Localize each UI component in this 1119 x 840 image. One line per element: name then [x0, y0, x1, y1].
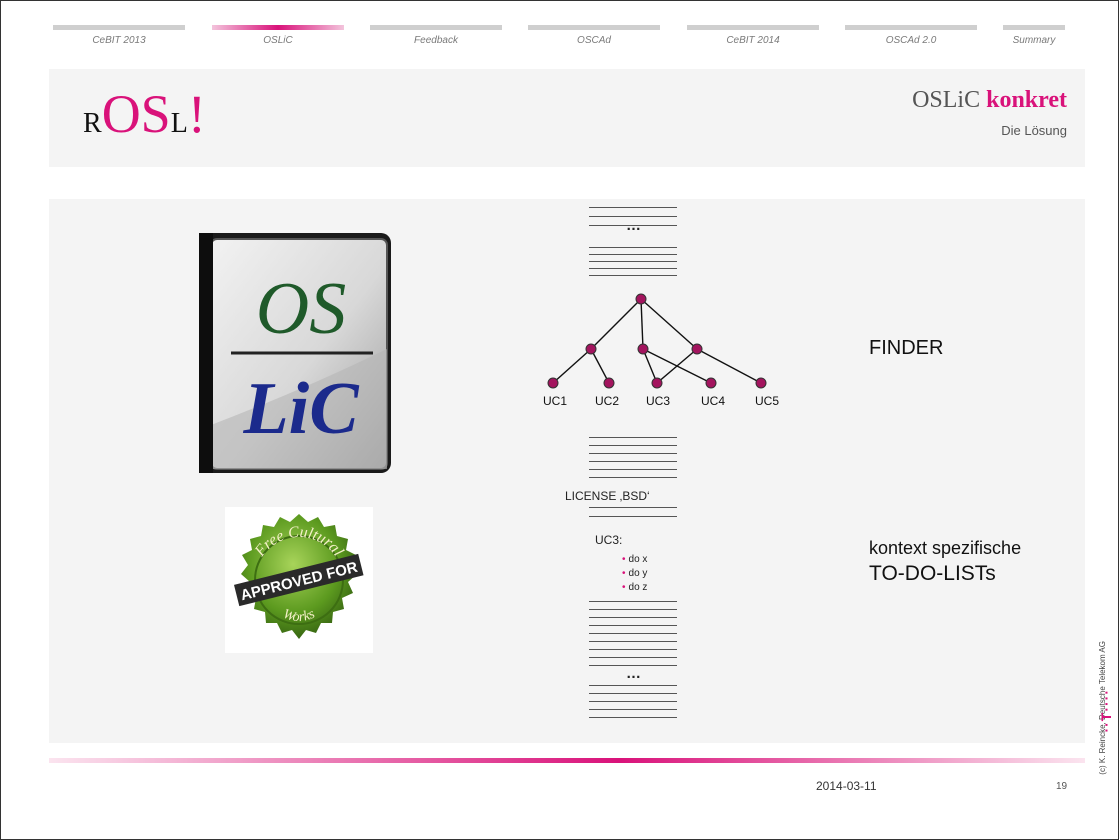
nav-label: OSCAd	[577, 35, 611, 46]
nav-label: CeBIT 2013	[92, 35, 146, 46]
footer-gradient-line	[49, 758, 1085, 763]
nav-label: OSLiC	[263, 35, 293, 46]
slide-frame: CeBIT 2013 OSLiC Feedback OSCAd CeBIT 20…	[0, 0, 1119, 840]
todo-item: do z	[622, 581, 648, 595]
nav-bar	[53, 25, 185, 30]
top-ellipsis: …	[626, 217, 642, 234]
todo-item: do y	[622, 567, 648, 581]
middle-text-lines	[589, 437, 677, 487]
nav-bar	[687, 25, 819, 30]
nav-label: CeBIT 2014	[726, 35, 780, 46]
slide-title: OSLiC konkret	[912, 87, 1067, 113]
nav-item-cebit-2013[interactable]: CeBIT 2013	[53, 25, 185, 55]
rosl-logo: ROSL!	[83, 84, 206, 144]
leaf-label: UC4	[701, 394, 725, 408]
oslic-book-icon: OS LiC	[199, 233, 391, 473]
nav-item-oslic[interactable]: OSLiC	[212, 25, 344, 55]
slide-content: OS LiC Free Cultural APPROVED FOR Works …	[49, 199, 1085, 743]
nav-item-feedback[interactable]: Feedback	[370, 25, 502, 55]
todo-list-label: kontext spezifische TO-DO-LISTs	[869, 538, 1022, 585]
nav-bar	[845, 25, 977, 30]
slide-date: 2014-03-11	[816, 779, 877, 793]
nav-label: Feedback	[414, 35, 458, 46]
page-number: 19	[1056, 781, 1068, 792]
leaf-label: UC3	[646, 394, 670, 408]
nav-item-oscad-2[interactable]: OSCAd 2.0	[845, 25, 977, 55]
nav-item-cebit-2014[interactable]: CeBIT 2014	[687, 25, 819, 55]
bottom-text-lines	[589, 601, 677, 721]
license-text: LICENSE ‚BSD‘	[565, 489, 650, 503]
book-text-lic: LiC	[242, 368, 360, 450]
nav-label: Summary	[1012, 35, 1056, 46]
uc3-title: UC3:	[595, 533, 623, 547]
book-text-os: OS	[256, 268, 346, 350]
use-case-tree-diagram: UC1 UC2 UC3 UC4 UC5	[543, 293, 779, 408]
telekom-logo: ··T····	[1098, 689, 1114, 733]
uc3-todo-items: do x do y do z	[622, 553, 648, 595]
leaf-label: UC2	[595, 394, 619, 408]
leaf-label: UC5	[755, 394, 779, 408]
nav-bar	[528, 25, 660, 30]
slide-header: ROSL! OSLiC konkret Die Lösung	[49, 69, 1085, 167]
todo-item: do x	[622, 553, 648, 567]
slide-subtitle: Die Lösung	[1001, 123, 1067, 138]
free-cultural-works-badge: Free Cultural APPROVED FOR Works	[233, 514, 364, 639]
bottom-ellipsis: …	[626, 665, 642, 682]
nav-label: OSCAd 2.0	[885, 35, 937, 46]
leaf-label: UC1	[543, 394, 567, 408]
nav-item-oscad[interactable]: OSCAd	[528, 25, 660, 55]
nav-item-summary[interactable]: Summary	[1003, 25, 1065, 55]
nav-bar-active	[212, 25, 344, 30]
finder-label: FINDER	[869, 337, 944, 359]
nav-bar	[1003, 25, 1065, 30]
nav-bar	[370, 25, 502, 30]
license-lines	[589, 507, 677, 519]
